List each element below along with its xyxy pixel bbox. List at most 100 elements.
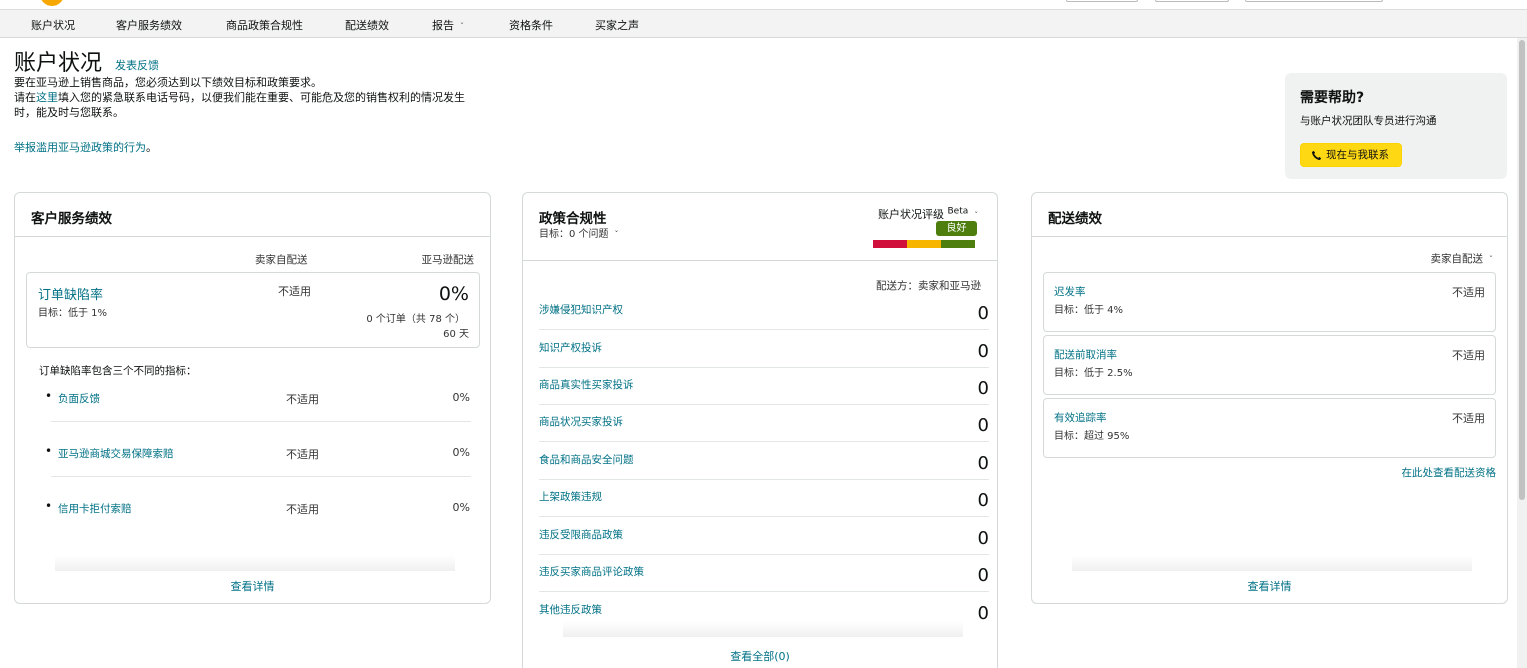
nav-item-customer-service[interactable]: 客户服务绩效 — [116, 17, 182, 33]
policy-compliance-card: 政策合规性 目标：0 个问题 ˇ 账户状况评级 Beta ˇ 良好 配送方：卖家和亚… — [522, 192, 998, 668]
policy-row[interactable]: 知识产权投诉 0 — [539, 331, 989, 368]
policy-row-value: 0 — [977, 378, 989, 399]
policy-row-label[interactable]: 违反受限商品政策 — [539, 527, 623, 542]
policy-row[interactable]: 商品真实性买家投诉 0 — [539, 368, 989, 405]
metric-value: 不适用 — [1452, 286, 1485, 299]
bullet-icon: • — [45, 499, 53, 513]
nav-item-account-health[interactable]: 账户状况 — [31, 17, 75, 33]
intro-text: 要在亚马逊上销售商品，您必须达到以下绩效目标和政策要求。 请在这里填入您的紧急联… — [14, 75, 484, 120]
policy-row-label[interactable]: 知识产权投诉 — [539, 340, 602, 355]
policy-target[interactable]: 目标：0 个问题 ˇ — [539, 225, 619, 240]
fulfillment-selector[interactable]: 卖家自配送 ˇ — [1431, 251, 1494, 266]
intro-line-2: 请在这里填入您的紧急联系电话号码，以便我们能在重要、可能危及您的销售权利的情况发… — [14, 90, 484, 120]
bullet-icon: • — [45, 444, 53, 458]
shipping-eligibility-link[interactable]: 在此处查看配送资格 — [1402, 465, 1497, 480]
rating-bar-good — [941, 240, 975, 248]
policy-row-value: 0 — [977, 341, 989, 362]
policy-row[interactable]: 上架政策违规 0 — [539, 480, 989, 517]
odr-seller-value: 不适用 — [278, 285, 311, 298]
customer-service-title: 客户服务绩效 — [31, 211, 112, 227]
odr-days: 60 天 — [443, 329, 469, 340]
report-abuse-link[interactable]: 举报滥用亚马逊政策的行为 — [14, 141, 146, 154]
policy-row[interactable]: 涉嫌侵犯知识产权 0 — [539, 293, 989, 330]
policy-row-value: 0 — [977, 303, 989, 324]
scrollbar-thumb[interactable] — [1519, 40, 1525, 500]
odr-link[interactable]: 订单缺陷率 — [38, 284, 103, 303]
metric-amazon-value: 0% — [452, 446, 470, 459]
metric-seller-value: 不适用 — [286, 503, 319, 516]
col-header-seller: 卖家自配送 — [255, 254, 308, 266]
metrics-intro: 订单缺陷率包含三个不同的指标： — [39, 365, 197, 377]
nav-item-policy-compliance[interactable]: 商品政策合规性 — [226, 17, 303, 33]
policy-row-label[interactable]: 违反买家商品评论政策 — [539, 564, 644, 579]
rating-badge: 良好 — [936, 221, 977, 236]
page-scrollbar[interactable] — [1517, 38, 1527, 668]
rating-label[interactable]: 账户状况评级 Beta ˇ — [878, 206, 978, 222]
nav-item-voice-of-buyer[interactable]: 买家之声 — [595, 17, 639, 33]
policy-row-label[interactable]: 其他违反政策 — [539, 602, 602, 617]
shipping-details-link[interactable]: 查看详情 — [1032, 578, 1507, 594]
valid-tracking-rate-link[interactable]: 有效追踪率 — [1054, 410, 1107, 425]
policy-row-label[interactable]: 上架政策违规 — [539, 489, 602, 504]
metric-amazon-value: 0% — [452, 391, 470, 404]
fulfillment-selector-label: 卖家自配送 — [1430, 253, 1484, 265]
policy-row-value: 0 — [977, 415, 989, 436]
policy-row-label[interactable]: 商品真实性买家投诉 — [539, 377, 634, 392]
footer-shadow — [563, 621, 963, 637]
rating-bar-bad — [873, 240, 907, 248]
metric-chargeback-claims[interactable]: 信用卡拒付索赔 — [58, 501, 132, 516]
chevron-down-icon: ˇ — [614, 230, 619, 239]
logo[interactable] — [40, 0, 64, 6]
metric-amazon-value: 0% — [452, 501, 470, 514]
pre-fulfillment-cancel-rate-link[interactable]: 配送前取消率 — [1054, 347, 1117, 362]
divider — [51, 421, 471, 422]
odr-target: 目标：低于 1% — [38, 308, 108, 319]
top-control-2[interactable] — [1155, 0, 1229, 2]
rating-label-text: 账户状况评级 — [878, 208, 944, 221]
contact-me-button[interactable]: 现在与我联系 — [1300, 143, 1402, 167]
policy-row-value: 0 — [977, 490, 989, 511]
metric-a-to-z-claims[interactable]: 亚马逊商城交易保障索赔 — [58, 446, 174, 461]
metric-seller-value: 不适用 — [286, 448, 319, 461]
metric-target: 目标：低于 2.5% — [1054, 368, 1133, 379]
nav-bar: 账户状况 客户服务绩效 商品政策合规性 配送绩效 报告 ˇ 资格条件 买家之声 — [0, 10, 1527, 38]
help-title: 需要帮助? — [1300, 90, 1365, 106]
customer-service-details-link[interactable]: 查看详情 — [15, 578, 490, 594]
help-panel: 需要帮助? 与账户状况团队专员进行沟通 现在与我联系 — [1285, 73, 1507, 179]
top-search-box[interactable] — [1245, 0, 1383, 2]
late-shipment-rate-link[interactable]: 迟发率 — [1054, 284, 1086, 299]
customer-service-card: 客户服务绩效 卖家自配送 亚马逊配送 订单缺陷率 目标：低于 1% 不适用 0%… — [14, 192, 491, 604]
rating-bar-fair — [907, 240, 941, 248]
intro-line-2-suffix: 填入您的紧急联系电话号码，以便我们能在重要、可能危及您的销售权利的情况发生时，能… — [14, 91, 465, 119]
chevron-down-icon: ˇ — [974, 211, 979, 220]
shipping-performance-card: 配送绩效 卖家自配送 ˇ 迟发率 目标：低于 4% 不适用 配送前取消率 目标：低… — [1031, 192, 1508, 604]
emergency-contact-link[interactable]: 这里 — [36, 91, 58, 104]
metric-value: 不适用 — [1452, 349, 1485, 362]
nav-item-eligibility[interactable]: 资格条件 — [509, 17, 553, 33]
policy-row-label[interactable]: 涉嫌侵犯知识产权 — [539, 302, 623, 317]
odr-orders: 0 个订单（共 78 个） — [366, 314, 465, 325]
policy-row-label[interactable]: 食品和商品安全问题 — [539, 452, 634, 467]
metric-box: 迟发率 目标：低于 4% 不适用 — [1043, 272, 1496, 332]
report-abuse: 举报滥用亚马逊政策的行为。 — [14, 139, 157, 155]
policy-row-label[interactable]: 商品状况买家投诉 — [539, 414, 623, 429]
feedback-link[interactable]: 发表反馈 — [115, 57, 159, 73]
nav-item-reports[interactable]: 报告 ˇ — [432, 17, 464, 33]
intro-line-2-prefix: 请在 — [14, 91, 36, 104]
footer-shadow — [55, 555, 455, 571]
top-strip — [0, 0, 1527, 10]
nav-item-shipping-performance[interactable]: 配送绩效 — [345, 17, 389, 33]
help-subtitle: 与账户状况团队专员进行沟通 — [1300, 115, 1437, 127]
metric-target: 目标：低于 4% — [1054, 305, 1124, 316]
top-control-1[interactable] — [1066, 0, 1138, 2]
policy-row[interactable]: 食品和商品安全问题 0 — [539, 443, 989, 480]
policy-view-all-link[interactable]: 查看全部(0) — [523, 648, 997, 664]
policy-target-label: 目标：0 个问题 — [539, 229, 609, 240]
intro-line-1: 要在亚马逊上销售商品，您必须达到以下绩效目标和政策要求。 — [14, 76, 322, 89]
divider — [51, 476, 471, 477]
policy-row[interactable]: 违反受限商品政策 0 — [539, 518, 989, 555]
policy-row[interactable]: 违反买家商品评论政策 0 — [539, 555, 989, 592]
policy-row[interactable]: 商品状况买家投诉 0 — [539, 405, 989, 442]
beta-tag: Beta — [947, 206, 969, 217]
metric-negative-feedback[interactable]: 负面反馈 — [58, 391, 100, 406]
